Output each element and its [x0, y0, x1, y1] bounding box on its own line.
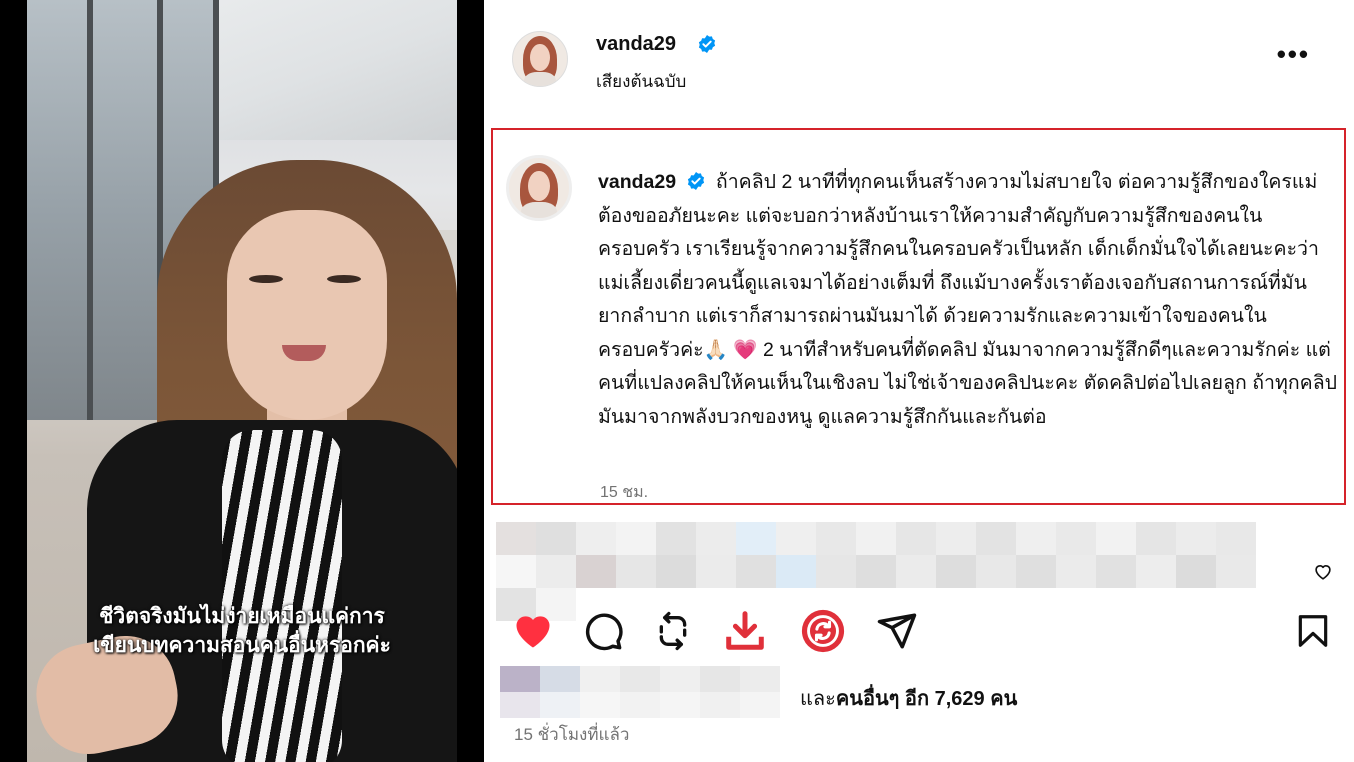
share-button[interactable]: [874, 608, 920, 654]
more-options-icon[interactable]: •••: [1277, 41, 1310, 67]
comment-button[interactable]: [580, 608, 626, 654]
caption-username[interactable]: vanda29: [598, 171, 676, 193]
caption-timestamp: 15 ชม.: [600, 484, 649, 501]
send-icon: [877, 613, 917, 649]
download-button[interactable]: [722, 608, 768, 654]
video-window-frame: [87, 0, 93, 420]
video-frame[interactable]: ชีวิตจริงมันไม่ง่ายเหมือนแค่การ เขียนบทค…: [27, 0, 457, 762]
post-timestamp: 15 ชั่วโมงที่แล้ว: [514, 725, 630, 744]
praying-hands-icon: 🙏🏻: [703, 338, 728, 361]
header-username[interactable]: vanda29: [596, 33, 676, 56]
bookmark-icon: [1298, 615, 1328, 647]
download-icon: [726, 611, 764, 650]
save-button[interactable]: [1290, 608, 1336, 654]
likes-summary[interactable]: และคนอื่นๆ อีก 7,629 คน: [500, 666, 1340, 718]
caption-body: ถ้าคลิป 2 นาทีที่ทุกคนเห็นสร้างความไม่สบ…: [598, 171, 1319, 361]
refresh-extension-button[interactable]: [800, 608, 846, 654]
video-person-face: [227, 210, 387, 420]
video-subtitle-line-1: ชีวิตจริงมันไม่ง่ายเหมือนแค่การ: [99, 605, 385, 628]
comment-icon: [585, 613, 623, 651]
post-panel: vanda29 เสียงต้นฉบับ ••• vanda29 ถ้าคลิป…: [484, 0, 1354, 762]
video-panel[interactable]: ชีวิตจริงมันไม่ง่ายเหมือนแค่การ เขียนบทค…: [0, 0, 484, 762]
blurred-comment: [496, 522, 1291, 621]
like-button[interactable]: [510, 608, 556, 654]
refresh-circle-icon: [801, 609, 845, 653]
video-person-eye: [249, 275, 283, 283]
heart-filled-icon: [516, 616, 550, 648]
video-person-eye: [327, 275, 361, 283]
caption-avatar[interactable]: [506, 155, 572, 221]
caption-text: vanda29 ถ้าคลิป 2 นาทีที่ทุกคนเห็นสร้างค…: [598, 166, 1338, 434]
video-person-scarf: [222, 430, 342, 762]
repost-button[interactable]: [650, 608, 696, 654]
repost-icon: [659, 611, 687, 651]
pink-heart-icon: 💗: [733, 338, 758, 361]
post-header: vanda29 เสียงต้นฉบับ •••: [484, 0, 1354, 118]
post-action-bar: [484, 600, 1354, 660]
likes-count-text[interactable]: และคนอื่นๆ อีก 7,629 คน: [800, 682, 1017, 714]
comment-like-icon[interactable]: [1312, 560, 1334, 582]
blurred-likers: [500, 666, 798, 718]
verified-badge-icon: [688, 172, 705, 190]
verified-badge-icon: [698, 35, 716, 53]
original-audio-link[interactable]: เสียงต้นฉบับ: [596, 68, 686, 95]
video-subtitle-line-2: เขียนบทความสอนคนอื่นหรอกค่ะ: [93, 634, 391, 657]
header-avatar[interactable]: [512, 31, 568, 87]
